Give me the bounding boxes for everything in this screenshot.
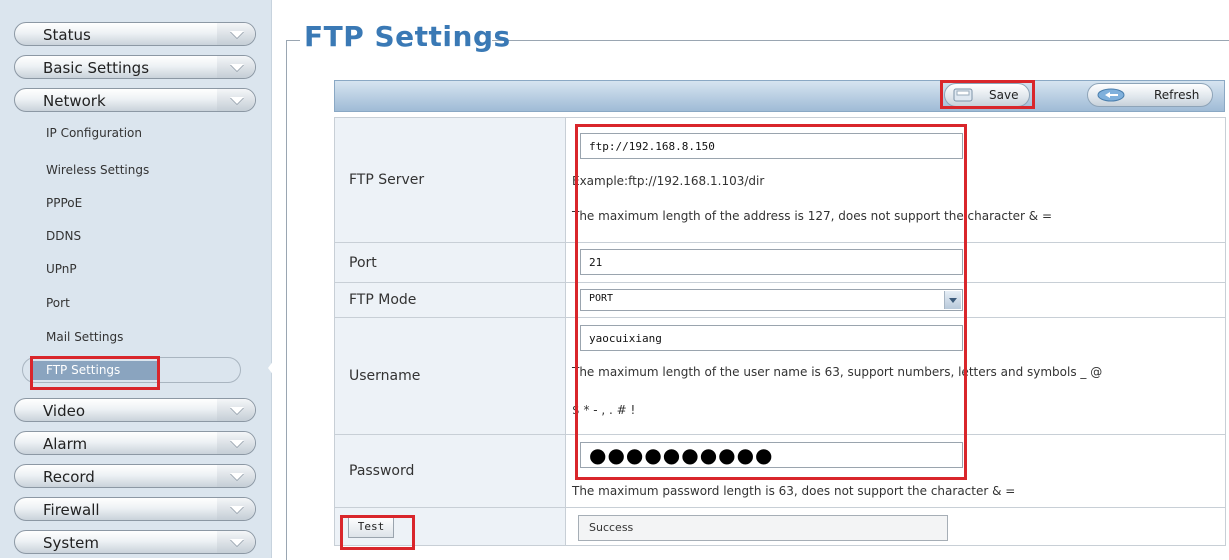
port-label: Port [334,242,566,283]
highlight-box-ftp-settings [30,356,160,390]
fieldset-border [286,40,287,560]
refresh-icon [1097,88,1125,102]
page-title: FTP Settings [304,20,511,53]
chevron-down-icon [217,498,255,520]
row-test: Test Success [334,507,1226,546]
menu-alarm[interactable]: Alarm [14,431,256,455]
menu-record-label: Record [43,468,95,486]
menu-system-label: System [43,534,99,552]
chevron-down-icon [217,89,255,111]
menu-firewall-label: Firewall [43,501,100,519]
menu-video-label: Video [43,402,86,420]
chevron-down-icon [217,465,255,487]
sidebar-item-port[interactable]: Port [46,296,70,310]
refresh-button[interactable]: Refresh [1087,83,1213,107]
menu-basic-settings-label: Basic Settings [43,59,150,77]
menu-status-label: Status [43,26,91,44]
fieldset-border [286,40,300,41]
chevron-down-icon [217,399,255,421]
password-hint: The maximum password length is 63, does … [572,484,1016,498]
ftp-mode-label: FTP Mode [334,282,566,318]
chevron-down-icon [217,56,255,78]
active-pointer-icon [268,356,277,380]
highlight-box-test [340,515,415,550]
sidebar-item-mail-settings[interactable]: Mail Settings [46,330,123,344]
sidebar-item-pppoe[interactable]: PPPoE [46,196,82,210]
chevron-down-icon [217,432,255,454]
sidebar-item-wireless-settings[interactable]: Wireless Settings [46,163,149,177]
ftp-server-label: FTP Server [334,117,566,243]
menu-network-label: Network [43,92,106,110]
sidebar: Status Basic Settings Network IP Configu… [0,0,272,558]
highlight-box-form-fields [575,124,967,480]
fieldset-border [492,40,1229,41]
menu-network[interactable]: Network [14,88,256,112]
test-result-field: Success [578,515,948,541]
menu-status[interactable]: Status [14,22,256,46]
chevron-down-icon [217,531,255,553]
username-label: Username [334,317,566,435]
test-result-cell: Success [565,507,1226,546]
menu-alarm-label: Alarm [43,435,88,453]
password-label: Password [334,434,566,508]
sidebar-item-upnp[interactable]: UPnP [46,262,77,276]
sidebar-item-ddns[interactable]: DDNS [46,229,81,243]
menu-record[interactable]: Record [14,464,256,488]
chevron-down-icon [217,23,255,45]
menu-firewall[interactable]: Firewall [14,497,256,521]
sidebar-item-ip-configuration[interactable]: IP Configuration [46,126,142,140]
highlight-box-save [940,80,1035,109]
menu-video[interactable]: Video [14,398,256,422]
refresh-button-label: Refresh [1154,88,1200,102]
menu-system[interactable]: System [14,530,256,554]
menu-basic-settings[interactable]: Basic Settings [14,55,256,79]
